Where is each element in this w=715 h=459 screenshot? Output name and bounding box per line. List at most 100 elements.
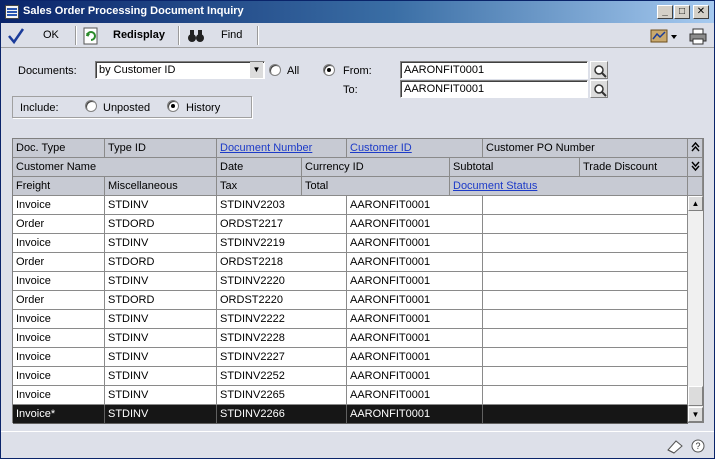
cell-doc-type[interactable]: Invoice [13, 348, 105, 367]
cell-customer-id[interactable]: AARONFIT0001 [347, 291, 483, 310]
cell-document-number[interactable]: STDINV2222 [217, 310, 347, 329]
cell-type-id[interactable]: STDINV [105, 310, 217, 329]
table-row[interactable]: Invoice STDINV STDINV2222 AARONFIT0001 [13, 310, 688, 329]
cell-type-id[interactable]: STDINV [105, 386, 217, 405]
cell-customer-po-number[interactable] [483, 253, 688, 272]
cell-doc-type[interactable]: Invoice [13, 272, 105, 291]
cell-doc-type[interactable]: Order [13, 215, 105, 234]
history-radio[interactable] [167, 100, 179, 112]
cell-customer-id[interactable]: AARONFIT0001 [347, 196, 483, 215]
header-document-number[interactable]: Document Number [217, 139, 347, 158]
cell-document-number[interactable]: STDINV2203 [217, 196, 347, 215]
cell-customer-po-number[interactable] [483, 272, 688, 291]
cell-type-id[interactable]: STDINV [105, 405, 217, 424]
cell-customer-po-number[interactable] [483, 329, 688, 348]
cell-customer-id[interactable]: AARONFIT0001 [347, 215, 483, 234]
cell-document-number[interactable]: ORDST2217 [217, 215, 347, 234]
table-row[interactable]: Invoice STDINV STDINV2265 AARONFIT0001 [13, 386, 688, 405]
header-document-status[interactable]: Document Status [450, 177, 688, 196]
cell-doc-type[interactable]: Invoice [13, 310, 105, 329]
cell-type-id[interactable]: STDINV [105, 272, 217, 291]
cell-customer-id[interactable]: AARONFIT0001 [347, 348, 483, 367]
cell-type-id[interactable]: STDINV [105, 329, 217, 348]
cell-customer-po-number[interactable] [483, 367, 688, 386]
table-row[interactable]: Order STDORD ORDST2220 AARONFIT0001 [13, 291, 688, 310]
views-menu-button[interactable] [649, 26, 685, 45]
cell-customer-id[interactable]: AARONFIT0001 [347, 272, 483, 291]
chevron-down-icon[interactable]: ▼ [250, 62, 263, 78]
cell-document-number[interactable]: STDINV2228 [217, 329, 347, 348]
cell-document-number[interactable]: ORDST2218 [217, 253, 347, 272]
note-icon[interactable] [666, 438, 684, 454]
find-button[interactable]: Find [185, 26, 251, 45]
cell-document-number[interactable]: STDINV2227 [217, 348, 347, 367]
collapse-rows-button[interactable] [688, 139, 703, 158]
redisplay-button[interactable]: Redisplay [81, 26, 173, 45]
cell-customer-po-number[interactable] [483, 386, 688, 405]
cell-customer-id[interactable]: AARONFIT0001 [347, 386, 483, 405]
cell-doc-type[interactable]: Order [13, 253, 105, 272]
cell-customer-po-number[interactable] [483, 348, 688, 367]
cell-document-number[interactable]: STDINV2220 [217, 272, 347, 291]
cell-customer-id[interactable]: AARONFIT0001 [347, 367, 483, 386]
cell-type-id[interactable]: STDORD [105, 291, 217, 310]
cell-customer-id[interactable]: AARONFIT0001 [347, 234, 483, 253]
scroll-up-button[interactable]: ▲ [688, 196, 703, 211]
ok-button[interactable]: OK [5, 26, 65, 45]
table-row[interactable]: Order STDORD ORDST2218 AARONFIT0001 [13, 253, 688, 272]
table-row[interactable]: Order STDORD ORDST2217 AARONFIT0001 [13, 215, 688, 234]
to-field[interactable]: AARONFIT0001 [400, 80, 588, 98]
cell-type-id[interactable]: STDINV [105, 348, 217, 367]
cell-document-number[interactable]: STDINV2266 [217, 405, 347, 424]
table-row[interactable]: Invoice STDINV STDINV2220 AARONFIT0001 [13, 272, 688, 291]
maximize-button[interactable]: □ [674, 5, 690, 19]
cell-document-number[interactable]: STDINV2252 [217, 367, 347, 386]
table-row[interactable]: Invoice STDINV STDINV2252 AARONFIT0001 [13, 367, 688, 386]
close-button[interactable]: ✕ [693, 5, 709, 19]
to-lookup-button[interactable] [590, 80, 608, 98]
vertical-scrollbar[interactable]: ▲ ▼ [688, 196, 703, 422]
from-field[interactable]: AARONFIT0001 [400, 61, 588, 79]
cell-doc-type[interactable]: Invoice [13, 367, 105, 386]
cell-doc-type[interactable]: Invoice [13, 329, 105, 348]
cell-type-id[interactable]: STDINV [105, 367, 217, 386]
cell-document-number[interactable]: ORDST2220 [217, 291, 347, 310]
table-row[interactable]: Invoice STDINV STDINV2219 AARONFIT0001 [13, 234, 688, 253]
cell-doc-type[interactable]: Invoice [13, 196, 105, 215]
scroll-thumb[interactable] [688, 386, 703, 406]
cell-type-id[interactable]: STDINV [105, 234, 217, 253]
cell-type-id[interactable]: STDORD [105, 253, 217, 272]
cell-type-id[interactable]: STDINV [105, 196, 217, 215]
from-lookup-button[interactable] [590, 61, 608, 79]
help-icon[interactable]: ? [690, 438, 708, 454]
cell-doc-type[interactable]: Invoice* [13, 405, 105, 424]
cell-type-id[interactable]: STDORD [105, 215, 217, 234]
cell-document-number[interactable]: STDINV2265 [217, 386, 347, 405]
cell-customer-po-number[interactable] [483, 234, 688, 253]
cell-customer-po-number[interactable] [483, 310, 688, 329]
cell-customer-id[interactable]: AARONFIT0001 [347, 405, 483, 424]
cell-customer-id[interactable]: AARONFIT0001 [347, 253, 483, 272]
all-radio[interactable] [269, 64, 281, 76]
table-row[interactable]: Invoice STDINV STDINV2228 AARONFIT0001 [13, 329, 688, 348]
cell-customer-id[interactable]: AARONFIT0001 [347, 310, 483, 329]
table-row[interactable]: Invoice STDINV STDINV2203 AARONFIT0001 [13, 196, 688, 215]
documents-dropdown[interactable]: by Customer ID ▼ [95, 61, 265, 79]
cell-customer-po-number[interactable] [483, 291, 688, 310]
table-row[interactable]: Invoice* STDINV STDINV2266 AARONFIT0001 [13, 405, 688, 424]
cell-customer-po-number[interactable] [483, 405, 688, 424]
minimize-button[interactable]: _ [657, 5, 673, 19]
cell-document-number[interactable]: STDINV2219 [217, 234, 347, 253]
table-row[interactable]: Invoice STDINV STDINV2227 AARONFIT0001 [13, 348, 688, 367]
cell-customer-po-number[interactable] [483, 215, 688, 234]
cell-doc-type[interactable]: Invoice [13, 386, 105, 405]
print-button[interactable] [689, 26, 709, 45]
unposted-radio[interactable] [85, 100, 97, 112]
cell-customer-po-number[interactable] [483, 196, 688, 215]
header-customer-id[interactable]: Customer ID [347, 139, 483, 158]
cell-customer-id[interactable]: AARONFIT0001 [347, 329, 483, 348]
cell-doc-type[interactable]: Invoice [13, 234, 105, 253]
cell-doc-type[interactable]: Order [13, 291, 105, 310]
from-radio[interactable] [323, 64, 335, 76]
scroll-down-button[interactable]: ▼ [688, 407, 703, 422]
